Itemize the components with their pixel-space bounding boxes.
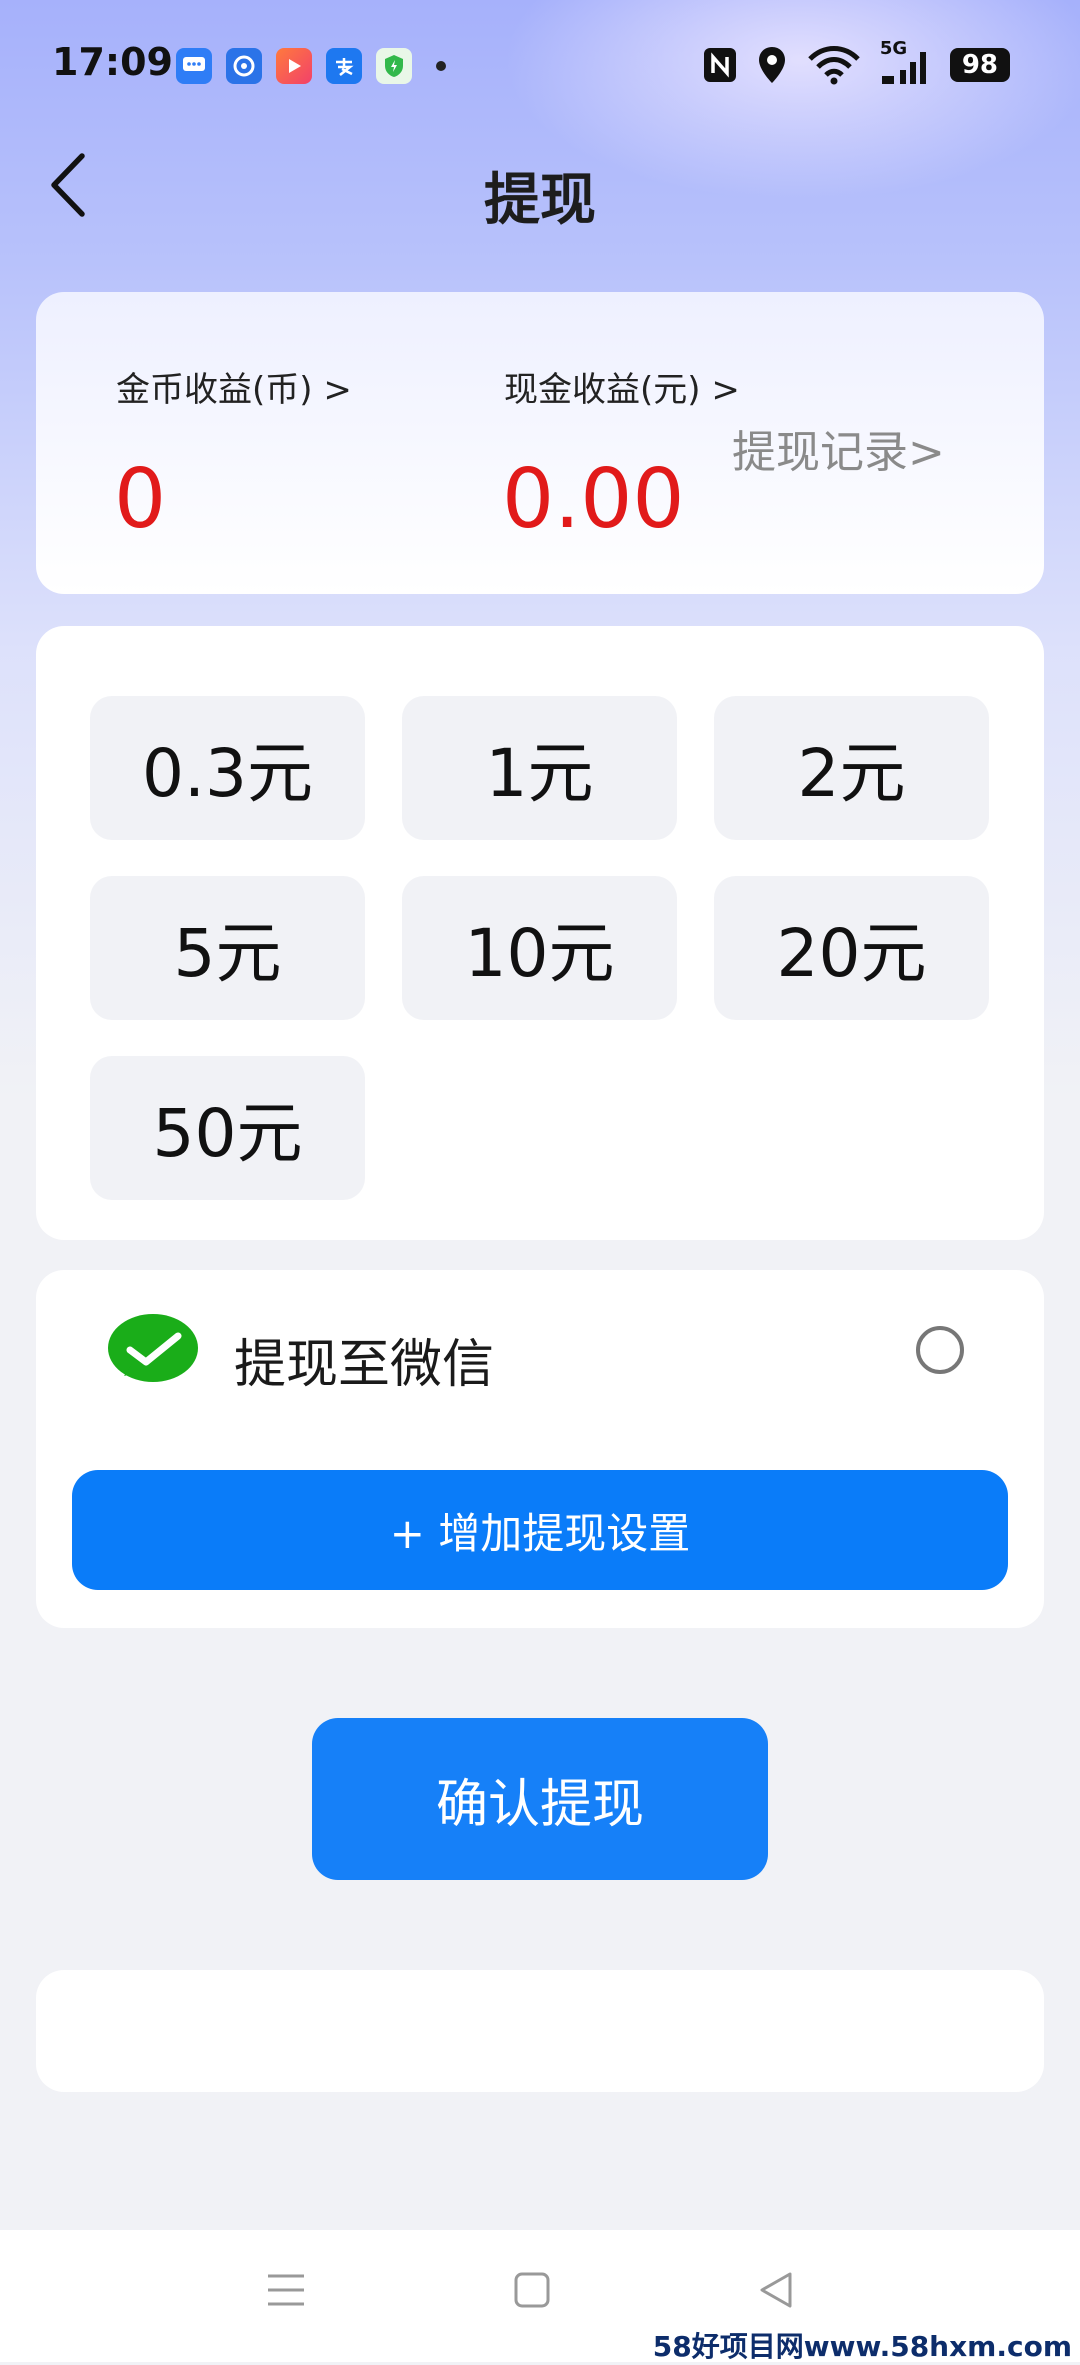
video-app-icon (276, 48, 312, 84)
nfc-icon (703, 48, 736, 82)
wifi-icon (808, 46, 860, 85)
amount-option[interactable]: 50元 (90, 1056, 365, 1200)
amount-option[interactable]: 5元 (90, 876, 365, 1020)
battery-level: 98 (949, 48, 1010, 82)
menu-icon[interactable] (266, 2270, 306, 2310)
wechat-withdraw-label: 提现至微信 (234, 1335, 495, 1395)
watermark: 58好项目网www.58hxm.com (652, 2330, 1072, 2363)
confirm-withdraw-button[interactable]: 确认提现 (312, 1718, 768, 1880)
shield-icon (376, 48, 412, 84)
wechat-radio[interactable] (916, 1326, 964, 1374)
status-time: 17:09 (52, 40, 173, 84)
wechat-icon (108, 1314, 198, 1382)
amount-option[interactable]: 0.3元 (90, 696, 365, 840)
earnings-card: 金币收益(币) > 0 现金收益(元) > 0.00 提现记录> (36, 292, 1044, 594)
amount-option[interactable]: 2元 (714, 696, 989, 840)
coin-earnings-label[interactable]: 金币收益(币) > (116, 362, 352, 411)
amount-option[interactable]: 1元 (402, 696, 677, 840)
cash-earnings-label[interactable]: 现金收益(元) > (504, 362, 740, 411)
alipay-icon (326, 48, 362, 84)
page-title: 提现 (484, 168, 596, 233)
pinwheel-icon (226, 48, 262, 84)
status-app-icons (176, 48, 446, 84)
amount-options-card: 0.3元 1元 2元 5元 10元 20元 50元 (36, 626, 1044, 1240)
add-withdraw-setting-button[interactable]: + 增加提现设置 (72, 1470, 1008, 1590)
back-triangle-icon[interactable] (756, 2270, 796, 2310)
cash-earnings-value: 0.00 (502, 452, 685, 547)
withdraw-record-link[interactable]: 提现记录> (732, 416, 945, 480)
location-icon (758, 47, 785, 83)
status-system-icons: 5G 98 (702, 38, 1010, 86)
more-notifications-dot (436, 61, 446, 71)
signal-icon: 5G (880, 38, 932, 86)
home-square-icon[interactable] (512, 2270, 552, 2310)
empty-card (36, 1970, 1044, 2092)
amount-option[interactable]: 20元 (714, 876, 989, 1020)
message-icon (176, 48, 212, 84)
amount-option[interactable]: 10元 (402, 876, 677, 1020)
withdraw-method-card: 提现至微信 + 增加提现设置 (36, 1270, 1044, 1628)
coin-earnings-value: 0 (114, 452, 167, 547)
